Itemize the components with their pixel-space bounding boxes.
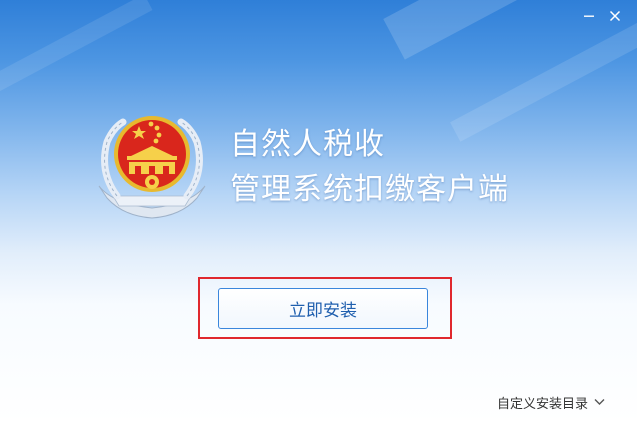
national-emblem-icon [93,108,211,220]
install-now-label: 立即安装 [289,301,357,321]
close-button[interactable] [604,6,626,26]
product-title-line2: 管理系统扣缴客户端 [230,172,509,207]
background-streak [0,0,153,104]
install-now-button[interactable]: 立即安装 [218,288,428,329]
minimize-icon [584,15,594,17]
chevron-down-icon [594,398,605,406]
custom-install-dir-label: 自定义安装目录 [497,396,589,412]
product-title-line1: 自然人税收 [230,127,385,162]
installer-window: 自然人税收 管理系统扣缴客户端 立即安装 自定义安装目录 [0,0,637,423]
minimize-button[interactable] [578,6,600,26]
custom-install-dir-link[interactable]: 自定义安装目录 [497,392,605,412]
close-icon [609,10,621,22]
